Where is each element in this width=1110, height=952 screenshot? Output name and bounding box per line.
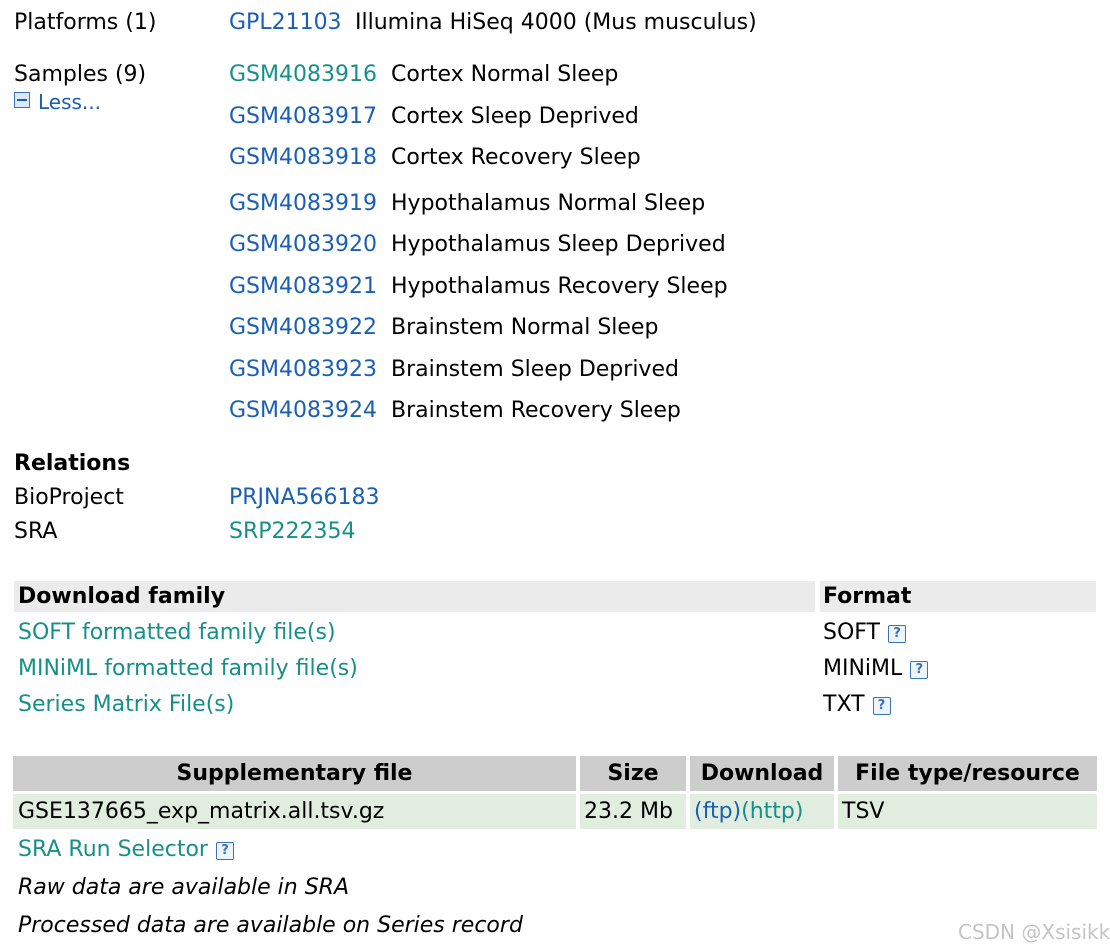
sample-description: Brainstem Sleep Deprived	[391, 357, 679, 382]
sup-file-type: TSV	[842, 799, 885, 824]
sup-file-name: GSE137665_exp_matrix.all.tsv.gz	[18, 799, 385, 824]
sample-link[interactable]: GSM4083917	[229, 104, 377, 129]
format-miniml: MINiML?	[823, 656, 929, 681]
ftp-link[interactable]: (ftp)	[694, 799, 741, 824]
sample-link[interactable]: GSM4083924	[229, 398, 377, 423]
sample-description: Brainstem Normal Sleep	[391, 315, 659, 340]
sup-header-size: Size	[607, 761, 659, 786]
raw-data-note: Raw data are available in SRA	[18, 875, 349, 900]
sup-header-file: Supplementary file	[176, 761, 413, 786]
format-header: Format	[823, 584, 912, 609]
sup-header-filetype: File type/resource	[855, 761, 1080, 786]
series-matrix-link[interactable]: Series Matrix File(s)	[18, 692, 234, 717]
sra-label: SRA	[14, 519, 58, 544]
sample-link[interactable]: GSM4083920	[229, 232, 377, 257]
sra-run-selector: SRA Run Selector?	[18, 837, 234, 862]
sra-link[interactable]: SRP222354	[229, 519, 356, 544]
soft-family-link[interactable]: SOFT formatted family file(s)	[18, 620, 336, 645]
format-soft: SOFT?	[823, 620, 906, 645]
download-family-header: Download family	[18, 584, 226, 609]
help-icon[interactable]: ?	[215, 842, 234, 860]
platforms-label: Platforms (1)	[14, 10, 157, 35]
sample-link[interactable]: GSM4083923	[229, 357, 377, 382]
sample-description: Cortex Normal Sleep	[391, 62, 619, 87]
sample-description: Cortex Recovery Sleep	[391, 145, 641, 170]
processed-data-note: Processed data are available on Series r…	[18, 913, 523, 938]
collapse-icon	[14, 92, 30, 108]
help-icon[interactable]: ?	[872, 697, 891, 715]
sample-description: Brainstem Recovery Sleep	[391, 398, 681, 423]
miniml-family-link[interactable]: MINiML formatted family file(s)	[18, 656, 358, 681]
samples-label: Samples (9)	[14, 62, 147, 87]
sample-link[interactable]: GSM4083921	[229, 274, 377, 299]
platform-description: Illumina HiSeq 4000 (Mus musculus)	[355, 10, 757, 35]
sra-run-selector-link[interactable]: SRA Run Selector	[18, 837, 208, 862]
platform-link[interactable]: GPL21103	[229, 10, 342, 35]
sample-link[interactable]: GSM4083916	[229, 62, 377, 87]
help-icon[interactable]: ?	[888, 625, 906, 643]
sample-description: Hypothalamus Normal Sleep	[391, 191, 706, 216]
sample-description: Cortex Sleep Deprived	[391, 104, 639, 129]
sup-file-size: 23.2 Mb	[584, 799, 673, 824]
sample-description: Hypothalamus Sleep Deprived	[391, 232, 726, 257]
http-link[interactable]: (http)	[741, 799, 803, 824]
less-label: Less...	[38, 90, 102, 114]
format-label: SOFT	[823, 620, 880, 645]
bioproject-link[interactable]: PRJNA566183	[229, 485, 380, 510]
watermark: CSDN @Xsisikk	[958, 920, 1110, 944]
bioproject-label: BioProject	[14, 485, 124, 510]
less-toggle[interactable]: Less...	[14, 90, 101, 114]
sample-link[interactable]: GSM4083919	[229, 191, 377, 216]
format-label: MINiML	[823, 656, 903, 681]
help-icon[interactable]: ?	[910, 661, 929, 679]
format-label: TXT	[823, 692, 865, 717]
sup-header-download: Download	[700, 761, 824, 786]
relations-heading: Relations	[14, 451, 131, 476]
sample-link[interactable]: GSM4083918	[229, 145, 377, 170]
sup-download-links: (ftp)(http)	[694, 799, 803, 824]
format-txt: TXT?	[823, 692, 891, 717]
sample-description: Hypothalamus Recovery Sleep	[391, 274, 728, 299]
sample-link[interactable]: GSM4083922	[229, 315, 377, 340]
